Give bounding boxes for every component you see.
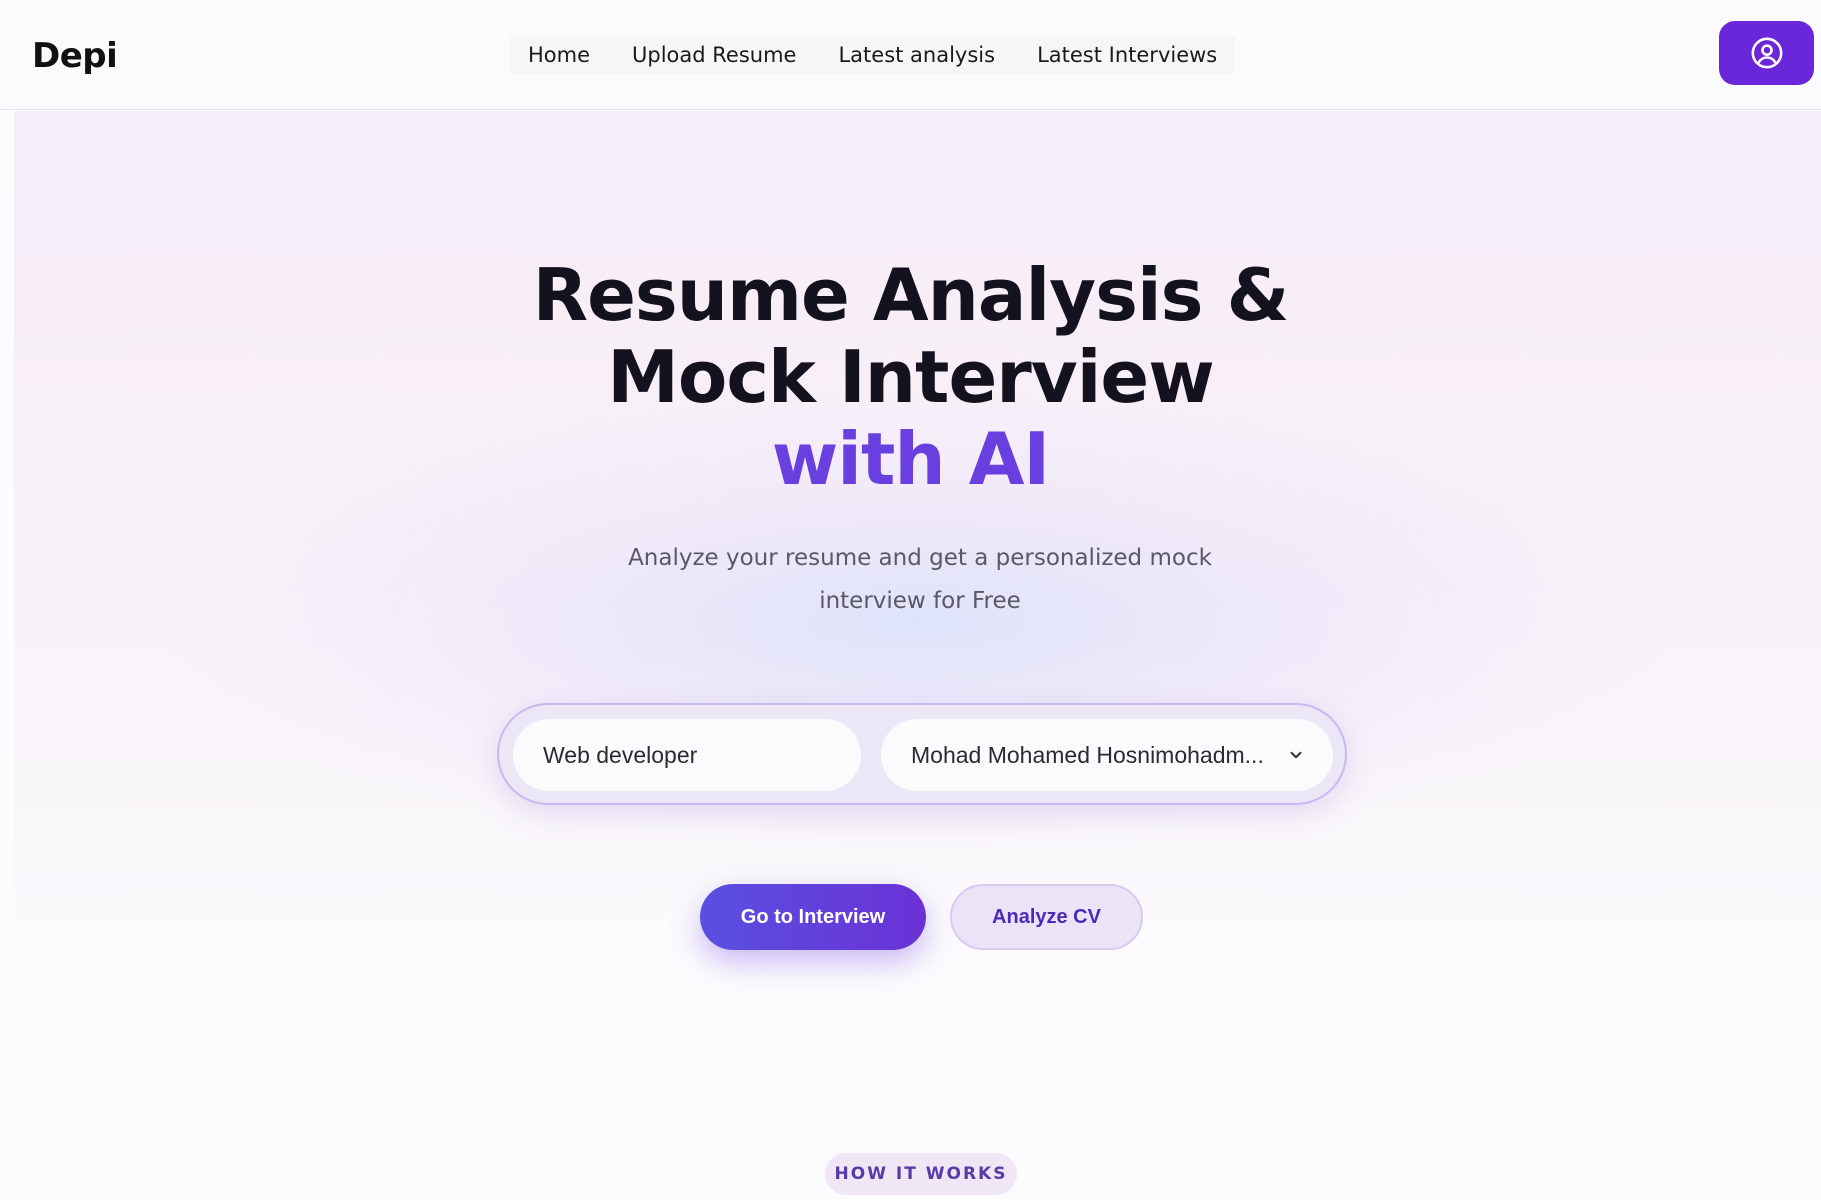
hero-title-accent: with AI bbox=[771, 417, 1050, 501]
resume-select-value: Mohad Mohamed Hosnimohadm... bbox=[911, 741, 1264, 768]
main-nav: Home Upload Resume Latest analysis Lates… bbox=[510, 36, 1236, 74]
brand-logo[interactable]: Depi bbox=[32, 36, 118, 76]
nav-home[interactable]: Home bbox=[528, 43, 590, 67]
hero-subtitle-line2: interview for Free bbox=[819, 588, 1021, 614]
hero-subtitle: Analyze your resume and get a personaliz… bbox=[560, 537, 1280, 623]
hero-title-line2: Mock Interview bbox=[607, 335, 1215, 419]
hero-title: Resume Analysis & Mock Interview with AI bbox=[0, 254, 1821, 500]
resume-select[interactable]: Mohad Mohamed Hosnimohadm... bbox=[881, 719, 1333, 791]
nav-upload-resume[interactable]: Upload Resume bbox=[632, 43, 796, 67]
top-navbar: Depi Home Upload Resume Latest analysis … bbox=[0, 0, 1821, 110]
how-it-works-badge: HOW IT WORKS bbox=[825, 1153, 1017, 1195]
nav-latest-interviews[interactable]: Latest Interviews bbox=[1037, 43, 1217, 67]
hero-title-line1: Resume Analysis & bbox=[532, 253, 1290, 337]
analyze-cv-button[interactable]: Analyze CV bbox=[950, 884, 1143, 950]
search-bar: Mohad Mohamed Hosnimohadm... bbox=[497, 703, 1347, 805]
chevron-down-icon bbox=[1290, 751, 1302, 759]
go-to-interview-button[interactable]: Go to Interview bbox=[700, 884, 926, 950]
nav-latest-analysis[interactable]: Latest analysis bbox=[838, 43, 995, 67]
hero-subtitle-line1: Analyze your resume and get a personaliz… bbox=[628, 545, 1212, 571]
profile-button[interactable] bbox=[1719, 21, 1814, 85]
page: Depi Home Upload Resume Latest analysis … bbox=[0, 0, 1821, 1200]
user-circle-icon bbox=[1751, 37, 1782, 69]
job-role-input[interactable] bbox=[513, 719, 861, 791]
